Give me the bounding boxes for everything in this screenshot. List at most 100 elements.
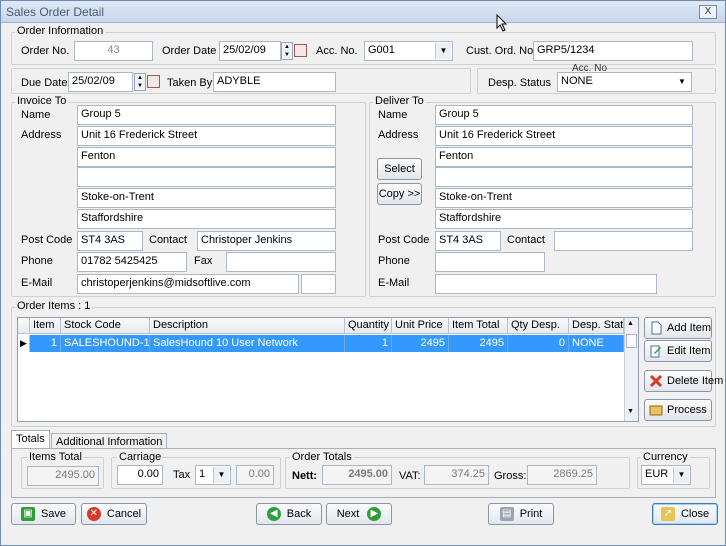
next-arrow-icon: ▶ — [367, 507, 382, 522]
due-date-field[interactable]: 25/02/09 — [68, 72, 133, 92]
cell-stock-code[interactable]: SALESHOUND-10N — [61, 335, 150, 352]
edit-item-label: Edit Item — [667, 345, 711, 357]
close-button[interactable]: ↗ Close — [652, 503, 718, 525]
deliver-email-field[interactable] — [435, 274, 657, 294]
carriage-field[interactable]: 0.00 — [117, 465, 163, 485]
deliver-address-label: Address — [378, 129, 419, 141]
col-header-item[interactable]: Item — [30, 318, 61, 334]
currency-title: Currency — [641, 451, 690, 463]
deliver-postcode-field[interactable]: ST4 3AS — [435, 231, 501, 251]
print-label: Print — [519, 508, 543, 520]
deliver-address-line-1[interactable]: Unit 16 Frederick Street — [435, 126, 693, 146]
items-total-field[interactable]: 2495.00 — [27, 466, 99, 486]
scroll-down-icon[interactable]: ▼ — [627, 408, 634, 415]
deliver-contact-field[interactable] — [554, 231, 693, 251]
cell-description[interactable]: SalesHound 10 User Network — [150, 335, 345, 352]
cancel-button[interactable]: ✕ Cancel — [81, 503, 147, 525]
invoice-address-line-3[interactable] — [77, 167, 336, 187]
chevron-down-icon[interactable]: ▼ — [213, 467, 229, 483]
select-address-button[interactable]: Select — [377, 158, 422, 180]
cust-ord-no-field[interactable]: GRP5/1234 — [533, 41, 693, 61]
tab-totals[interactable]: Totals — [11, 430, 50, 449]
scroll-thumb[interactable] — [626, 334, 637, 348]
invoice-name-field[interactable]: Group 5 — [77, 105, 336, 125]
order-date-calendar-icon[interactable] — [294, 44, 307, 57]
invoice-address-line-2[interactable]: Fenton — [77, 147, 336, 167]
title-bar: Sales Order Detail X — [1, 1, 725, 23]
invoice-postcode-field[interactable]: ST4 3AS — [77, 231, 143, 251]
col-header-quantity[interactable]: Quantity — [345, 318, 392, 334]
due-date-spinner-icon[interactable]: ▲ ▼ — [134, 73, 146, 91]
save-button[interactable]: ▣ Save — [11, 503, 76, 525]
desp-status-combo[interactable]: NONE ▼ — [557, 72, 692, 92]
taken-by-field[interactable]: ADYBLE — [213, 72, 336, 92]
invoice-contact-field[interactable]: Christoper Jenkins — [197, 231, 336, 251]
deliver-address-line-3[interactable] — [435, 167, 693, 187]
invoice-address-line-5[interactable]: Staffordshire — [77, 209, 336, 229]
desp-status-value: NONE — [561, 75, 593, 87]
taken-by-label: Taken By — [167, 77, 213, 89]
chevron-down-icon[interactable]: ▼ — [673, 467, 689, 483]
back-button[interactable]: ◀ Back — [256, 503, 322, 525]
col-header-item-total[interactable]: Item Total — [449, 318, 508, 334]
edit-item-button[interactable]: Edit Item — [644, 340, 712, 362]
col-header-desp-stat[interactable]: Desp. Stat. — [569, 318, 624, 334]
acc-no-combo[interactable]: G001 ▼ — [364, 41, 453, 61]
cancel-icon: ✕ — [86, 507, 101, 522]
invoice-address-label: Address — [21, 129, 62, 141]
invoice-address-line-4[interactable]: Stoke-on-Trent — [77, 188, 336, 208]
invoice-fax-field[interactable] — [226, 252, 336, 272]
invoice-to-title: Invoice To — [15, 95, 69, 107]
cell-qty-desp[interactable]: 0 — [508, 335, 569, 352]
add-item-button[interactable]: Add Item — [644, 317, 712, 339]
deliver-phone-field[interactable] — [435, 252, 545, 272]
order-date-spinner-icon[interactable]: ▲ ▼ — [281, 42, 293, 60]
col-header-unit-price[interactable]: Unit Price — [392, 318, 449, 334]
process-icon — [649, 405, 663, 416]
print-button[interactable]: ▤ Print — [488, 503, 554, 525]
next-button[interactable]: Next ▶ — [326, 503, 392, 525]
cell-desp-stat[interactable]: NONE — [569, 335, 624, 352]
scroll-up-icon[interactable]: ▲ — [627, 320, 634, 327]
col-header-qty-desp[interactable]: Qty Desp. — [508, 318, 569, 334]
chevron-down-icon[interactable]: ▼ — [674, 74, 690, 90]
close-window-icon[interactable]: X — [699, 5, 717, 19]
due-date-calendar-icon[interactable] — [147, 75, 160, 88]
currency-combo[interactable]: EUR ▼ — [641, 465, 691, 485]
deliver-address-line-2[interactable]: Fenton — [435, 147, 693, 167]
vertical-scrollbar[interactable]: ▲ ▼ — [624, 318, 638, 421]
cell-item[interactable]: 1 — [30, 335, 61, 352]
tax-code-combo[interactable]: 1 ▼ — [195, 465, 231, 485]
tab-additional-information[interactable]: Additional Information — [51, 433, 168, 449]
cell-item-total[interactable]: 2495 — [449, 335, 508, 352]
gross-field[interactable]: 2869.25 — [527, 465, 597, 485]
deliver-name-field[interactable]: Group 5 — [435, 105, 693, 125]
delete-item-button[interactable]: Delete Item — [644, 370, 723, 392]
sales-order-window: Sales Order Detail X Order Information O… — [0, 0, 726, 546]
order-date-field[interactable]: 25/02/09 — [219, 41, 281, 61]
invoice-phone-label: Phone — [21, 255, 53, 267]
invoice-phone-field[interactable]: 01782 5425425 — [77, 252, 187, 272]
deliver-address-line-5[interactable]: Staffordshire — [435, 209, 693, 229]
invoice-postcode-label: Post Code — [21, 234, 73, 246]
desp-status-label: Desp. Status — [488, 77, 551, 89]
invoice-email-extra-field[interactable] — [301, 274, 336, 294]
invoice-email-field[interactable]: christoperjenkins@midsoftlive.com — [77, 274, 299, 294]
col-header-stock-code[interactable]: Stock Code — [61, 318, 150, 334]
chevron-down-icon[interactable]: ▼ — [435, 43, 451, 59]
deliver-postcode-label: Post Code — [378, 234, 430, 246]
order-no-field[interactable]: 43 — [74, 41, 153, 61]
cell-quantity[interactable]: 1 — [345, 335, 392, 352]
nett-field[interactable]: 2495.00 — [322, 465, 392, 485]
vat-field[interactable]: 374.25 — [424, 465, 489, 485]
cell-unit-price[interactable]: 2495 — [392, 335, 449, 352]
tax-value-field[interactable]: 0.00 — [236, 465, 274, 485]
deliver-address-line-4[interactable]: Stoke-on-Trent — [435, 188, 693, 208]
copy-address-button[interactable]: Copy >> — [377, 183, 422, 205]
deliver-phone-label: Phone — [378, 255, 410, 267]
col-header-description[interactable]: Description — [150, 318, 345, 334]
tax-code-value: 1 — [199, 468, 206, 480]
nett-label: Nett: — [292, 470, 318, 482]
invoice-address-line-1[interactable]: Unit 16 Frederick Street — [77, 126, 336, 146]
process-button[interactable]: Process — [644, 399, 712, 421]
